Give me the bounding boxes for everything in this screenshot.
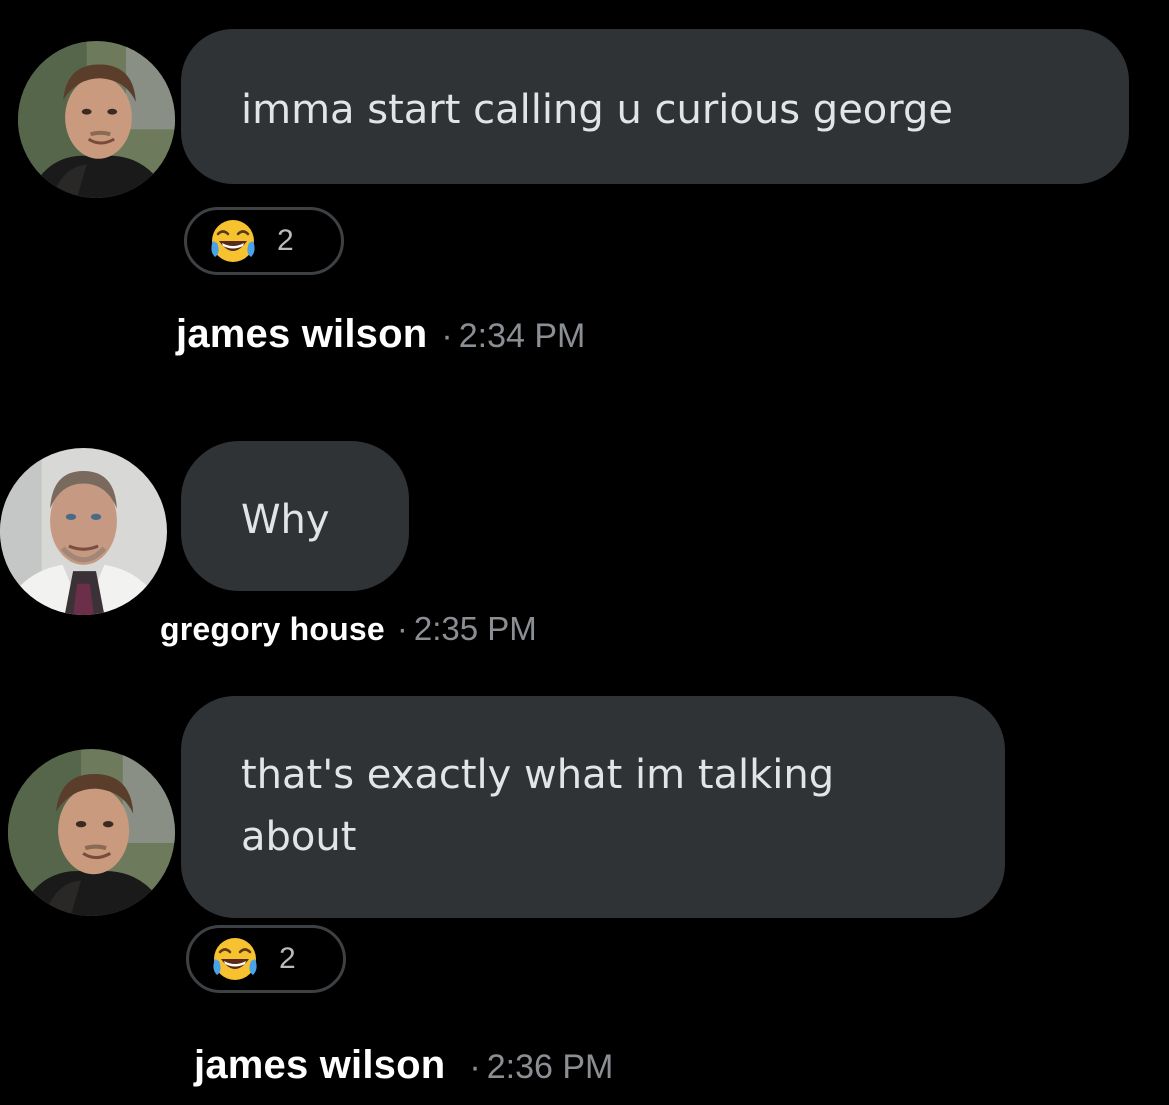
timestamp: · 2:36 PM: [469, 1048, 613, 1087]
james-wilson-avatar-icon: [8, 749, 175, 916]
message-meta: james wilson · 2:34 PM: [176, 312, 585, 357]
avatar-gregory-house[interactable]: [0, 448, 167, 615]
message-meta: gregory house · 2:35 PM: [160, 610, 537, 648]
separator-dot: ·: [396, 610, 408, 647]
message-bubble[interactable]: Why: [181, 441, 409, 591]
face-with-tears-of-joy-icon: [211, 935, 259, 983]
message-meta: james wilson · 2:36 PM: [194, 1043, 613, 1088]
gregory-house-avatar-icon: [0, 448, 167, 615]
face-with-tears-of-joy-icon: [209, 217, 257, 265]
message-text: imma start calling u curious george: [241, 87, 954, 133]
sender-name: james wilson: [176, 312, 428, 356]
time-value: 2:35 PM: [413, 610, 537, 647]
separator-dot: ·: [469, 1048, 481, 1086]
avatar-james-wilson[interactable]: [8, 749, 175, 916]
message-bubble[interactable]: imma start calling u curious george: [181, 29, 1129, 184]
time-value: 2:34 PM: [458, 317, 586, 355]
reaction-count: 2: [279, 942, 296, 975]
reaction-badge[interactable]: 2: [184, 207, 344, 275]
timestamp: · 2:34 PM: [441, 317, 585, 356]
message-text-line: that's exactly what im talking: [241, 752, 835, 798]
james-wilson-avatar-icon: [18, 41, 175, 198]
message-text-line: about: [241, 814, 357, 860]
timestamp: · 2:35 PM: [397, 610, 537, 648]
sender-name: gregory house: [160, 611, 385, 647]
reaction-badge[interactable]: 2: [186, 925, 346, 993]
sender-name: james wilson: [194, 1043, 446, 1087]
avatar-james-wilson[interactable]: [18, 41, 175, 198]
message-text: Why: [241, 497, 330, 543]
message-bubble[interactable]: that's exactly what im talking about: [181, 696, 1005, 918]
time-value: 2:36 PM: [486, 1048, 614, 1086]
reaction-count: 2: [277, 224, 294, 257]
separator-dot: ·: [441, 317, 453, 355]
